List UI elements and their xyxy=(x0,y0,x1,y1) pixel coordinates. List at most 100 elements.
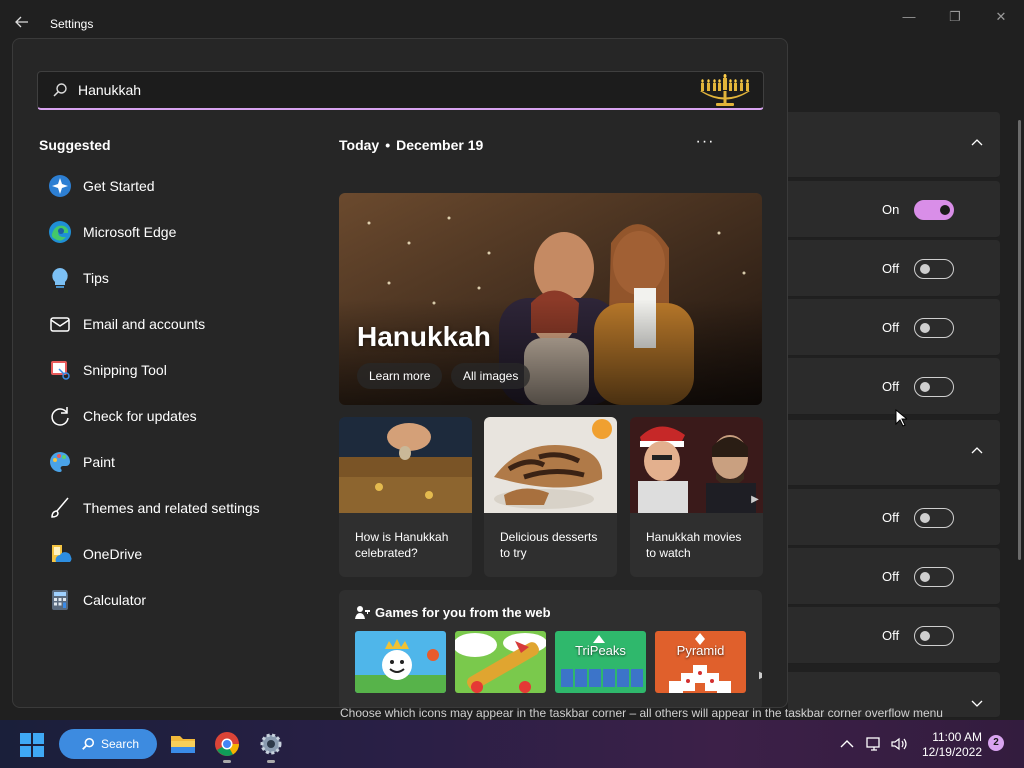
suggested-heading: Suggested xyxy=(39,137,111,153)
arrow-left-icon xyxy=(15,16,28,28)
maximize-button[interactable]: ❐ xyxy=(940,8,970,26)
suggested-item-calculator[interactable]: Calculator xyxy=(37,577,317,623)
windows-logo-icon xyxy=(20,733,44,757)
settings-row: Off xyxy=(788,240,1000,297)
settings-section-header[interactable] xyxy=(788,112,1000,178)
volume-button[interactable] xyxy=(890,736,908,752)
scrollbar[interactable] xyxy=(1018,120,1021,560)
settings-row: Off xyxy=(788,299,1000,356)
all-images-button[interactable]: All images xyxy=(451,363,531,389)
suggested-item-check-for-updates[interactable]: Check for updates xyxy=(37,393,317,439)
toggle-switch[interactable] xyxy=(914,200,954,220)
caret-right-icon: ▶ xyxy=(751,494,759,505)
network-icon xyxy=(866,737,880,751)
games-card: Games for you from the web TriPeaks Pyra… xyxy=(339,590,762,707)
running-indicator xyxy=(267,760,275,763)
search-panel: Suggested Get Started Microsoft Edge Tip… xyxy=(12,38,788,708)
toggle-state-label: Off xyxy=(882,320,900,335)
tile-image xyxy=(630,417,763,513)
minimize-button[interactable]: — xyxy=(894,8,924,26)
scroll-right-button[interactable]: ▶ xyxy=(747,491,763,509)
today-heading: Today • December 19 xyxy=(339,137,484,153)
game-tile[interactable]: Pyramid xyxy=(655,631,746,693)
taskbar: Search 11:00 AM 12/19/2022 2 xyxy=(0,720,1024,768)
suggested-item-get-started[interactable]: Get Started xyxy=(37,163,317,209)
volume-icon xyxy=(891,737,907,751)
start-button[interactable] xyxy=(20,733,44,757)
caret-right-icon: ▶ xyxy=(759,670,762,681)
chevron-up-icon xyxy=(970,136,984,150)
show-hidden-icons-button[interactable] xyxy=(838,736,856,752)
settings-row: Off xyxy=(788,548,1000,605)
game-tile[interactable]: TriPeaks xyxy=(555,631,646,693)
chevron-down-icon xyxy=(970,696,984,710)
toggle-switch[interactable] xyxy=(914,508,954,528)
settings-row: Off xyxy=(788,358,1000,415)
refresh-icon xyxy=(47,403,73,429)
mouse-cursor-icon xyxy=(895,409,907,427)
toggle-switch[interactable] xyxy=(914,626,954,646)
game-tile[interactable] xyxy=(355,631,446,693)
toggle-state-label: On xyxy=(882,202,900,217)
search-input[interactable] xyxy=(78,80,678,100)
learn-more-button[interactable]: Learn more xyxy=(357,363,443,389)
suggested-item-snipping-tool[interactable]: Snipping Tool xyxy=(37,347,317,393)
gear-icon xyxy=(260,733,282,755)
suggested-item-onedrive[interactable]: OneDrive xyxy=(37,531,317,577)
folder-icon xyxy=(171,736,195,753)
network-button[interactable] xyxy=(865,736,883,752)
game-tile[interactable] xyxy=(455,631,546,693)
tile-movies[interactable]: Hanukkah movies to watch xyxy=(630,417,763,577)
tile-desserts[interactable]: Delicious desserts to try xyxy=(484,417,617,577)
back-button[interactable] xyxy=(14,14,32,32)
search-icon xyxy=(82,737,95,750)
search-box[interactable] xyxy=(37,71,764,110)
suggested-item-tips[interactable]: Tips xyxy=(37,255,317,301)
search-icon xyxy=(53,83,67,97)
toggle-state-label: Off xyxy=(882,569,900,584)
running-indicator xyxy=(223,760,231,763)
suggested-item-email-and-accounts[interactable]: Email and accounts xyxy=(37,301,317,347)
hero-card[interactable]: Hanukkah Learn more All images xyxy=(339,193,762,405)
more-options-button[interactable]: ··· xyxy=(693,133,717,153)
hero-title: Hanukkah xyxy=(357,321,491,352)
close-button[interactable]: ✕ xyxy=(986,8,1016,26)
taskbar-settings[interactable] xyxy=(257,730,285,763)
suggested-item-themes[interactable]: Themes and related settings xyxy=(37,485,317,531)
notification-badge[interactable]: 2 xyxy=(988,735,1004,751)
toggle-switch[interactable] xyxy=(914,259,954,279)
settings-row: On xyxy=(788,181,1000,238)
minimize-icon: — xyxy=(902,9,916,24)
clock-time: 11:00 AM xyxy=(932,730,982,744)
tile-image xyxy=(484,417,617,513)
games-scroll-right-button[interactable]: ▶ xyxy=(759,670,762,681)
tile-image xyxy=(339,417,472,513)
menorah-icon xyxy=(700,74,750,106)
clock[interactable]: 11:00 AM 12/19/2022 xyxy=(918,730,982,760)
snipping-tool-icon xyxy=(47,357,73,383)
toggle-state-label: Off xyxy=(882,510,900,525)
window-title: Settings xyxy=(50,17,94,31)
get-started-icon xyxy=(47,173,73,199)
section-description: Choose which icons may appear in the tas… xyxy=(340,706,943,720)
taskbar-search-button[interactable]: Search xyxy=(59,729,157,759)
toggle-switch[interactable] xyxy=(914,567,954,587)
taskbar-file-explorer[interactable] xyxy=(169,730,197,758)
taskbar-chrome[interactable] xyxy=(213,730,241,763)
chevron-up-icon xyxy=(840,740,854,748)
paint-icon xyxy=(47,449,73,475)
games-icon xyxy=(355,606,370,619)
suggested-item-paint[interactable]: Paint xyxy=(37,439,317,485)
settings-row: Off xyxy=(788,607,1000,664)
settings-section-header[interactable] xyxy=(788,420,1000,486)
toggle-switch[interactable] xyxy=(914,318,954,338)
suggested-item-microsoft-edge[interactable]: Microsoft Edge xyxy=(37,209,317,255)
maximize-icon: ❐ xyxy=(949,9,961,24)
tile-how-celebrated[interactable]: How is Hanukkah celebrated? xyxy=(339,417,472,577)
toggle-state-label: Off xyxy=(882,379,900,394)
toggle-state-label: Off xyxy=(882,628,900,643)
clock-date: 12/19/2022 xyxy=(921,745,982,759)
edge-icon xyxy=(47,219,73,245)
toggle-switch[interactable] xyxy=(914,377,954,397)
settings-row: Off xyxy=(788,489,1000,546)
